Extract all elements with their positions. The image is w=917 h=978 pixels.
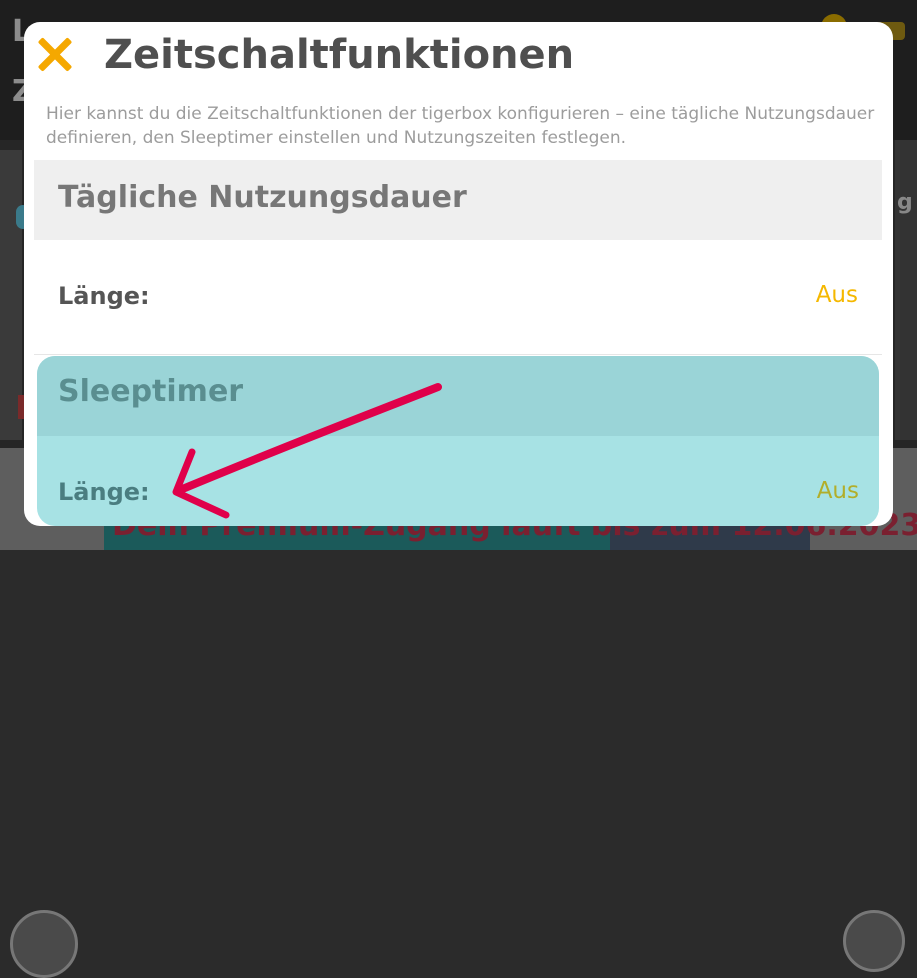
section-header-label: Tägliche Nutzungsdauer <box>58 180 467 215</box>
sleeptimer-card-highlighted: Sleeptimer Länge: Aus <box>37 356 879 526</box>
background-right-text: g <box>897 190 913 215</box>
section-header-label: Sleeptimer <box>58 374 244 409</box>
divider <box>34 354 882 355</box>
dialog-description: Hier kannst du die Zeitschaltfunktionen … <box>46 104 875 148</box>
daily-usage-length-row[interactable]: Länge: Aus <box>34 262 882 336</box>
background-card-right: g <box>895 140 917 440</box>
background-avatar-icon <box>10 910 78 978</box>
section-header-daily-usage: Tägliche Nutzungsdauer <box>34 160 882 240</box>
section-header-sleeptimer: Sleeptimer <box>37 356 879 436</box>
background-play-icon <box>843 910 905 972</box>
close-icon[interactable] <box>36 36 74 74</box>
sleeptimer-length-value[interactable]: Aus <box>817 478 859 504</box>
dialog-title: Zeitschaltfunktionen <box>104 32 575 78</box>
row-label: Länge: <box>58 282 150 310</box>
sleeptimer-length-label[interactable]: Länge: <box>58 478 150 506</box>
row-value: Aus <box>815 282 858 308</box>
